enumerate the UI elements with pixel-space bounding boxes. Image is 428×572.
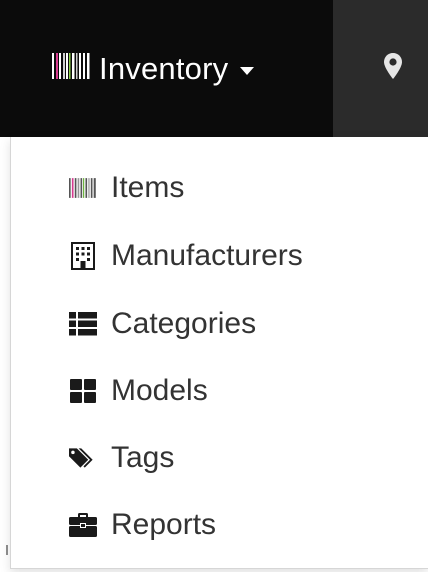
inventory-menu-label: Inventory xyxy=(99,50,229,86)
location-menu-toggle[interactable] xyxy=(333,0,428,137)
tags-icon xyxy=(69,444,97,472)
dropdown-item-items[interactable]: Items xyxy=(11,158,428,218)
dropdown-item-label: Categories xyxy=(111,307,257,340)
map-marker-icon xyxy=(384,53,402,84)
dropdown-item-label: Manufacturers xyxy=(111,239,303,272)
dropdown-item-label: Models xyxy=(111,374,208,407)
dropdown-item-models[interactable]: Models xyxy=(11,361,428,421)
barcode-icon xyxy=(69,174,97,202)
page: Inventory Items Manufacturers Categories… xyxy=(0,0,428,572)
dropdown-item-label: Tags xyxy=(111,441,175,474)
barcode-icon xyxy=(52,53,90,84)
dropdown-item-label: Items xyxy=(111,171,185,204)
scroll-edge-mark xyxy=(6,545,8,555)
briefcase-icon xyxy=(69,511,97,539)
top-navbar: Inventory xyxy=(0,0,428,137)
inventory-dropdown-menu: Items Manufacturers Categories Models Ta… xyxy=(10,137,428,569)
inventory-menu-toggle[interactable]: Inventory xyxy=(10,0,333,137)
dropdown-item-tags[interactable]: Tags xyxy=(11,428,428,488)
list-icon xyxy=(69,310,97,338)
th-large-icon xyxy=(69,377,97,405)
dropdown-item-label: Reports xyxy=(111,508,217,541)
dropdown-item-categories[interactable]: Categories xyxy=(11,294,428,354)
dropdown-item-reports[interactable]: Reports xyxy=(11,495,428,555)
navbar-edge xyxy=(0,0,10,137)
caret-down-icon xyxy=(240,66,255,75)
dropdown-item-manufacturers[interactable]: Manufacturers xyxy=(11,226,428,286)
building-icon xyxy=(69,242,97,270)
